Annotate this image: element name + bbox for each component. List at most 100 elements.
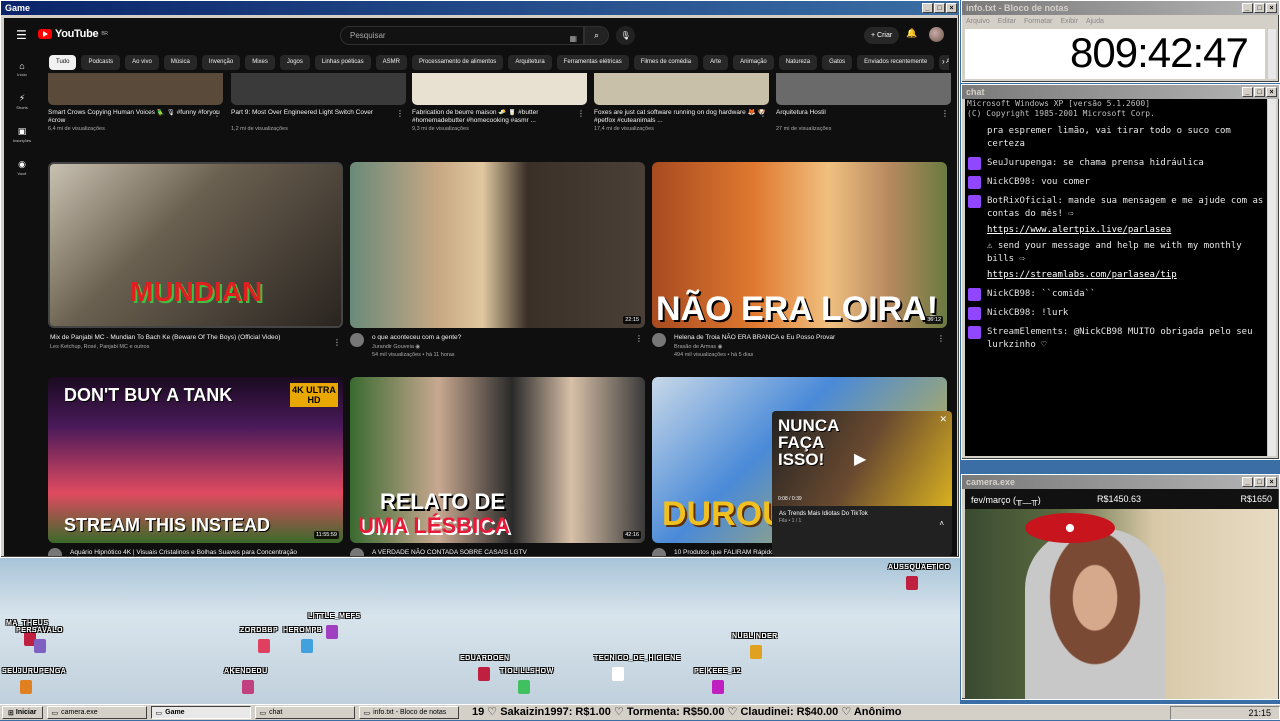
video-title[interactable]: Fabrication de beurre maison 🧈 🥛 #butter… bbox=[412, 109, 587, 125]
minimize-button[interactable]: _ bbox=[1242, 3, 1253, 13]
video-title[interactable]: Arquitetura Hostil bbox=[776, 109, 951, 125]
chip-category[interactable]: Podcasts bbox=[81, 55, 121, 70]
chip-category[interactable]: ASMR bbox=[375, 55, 407, 70]
camera-titlebar[interactable]: camera.exe _ □ × bbox=[962, 475, 1279, 489]
mic-button[interactable]: 🎙 bbox=[616, 26, 635, 45]
menu-item[interactable]: Editar bbox=[998, 18, 1016, 25]
channel-avatar[interactable] bbox=[652, 333, 666, 347]
video-title[interactable]: o que aconteceu com a gente? bbox=[372, 334, 461, 341]
video-card[interactable]: DON'T BUY A TANK 4K ULTRA HD STREAM THIS… bbox=[48, 377, 343, 556]
sidebar-item-home[interactable]: ⌂ Início bbox=[4, 52, 40, 85]
chip-category[interactable]: Mixes bbox=[245, 55, 275, 70]
more-icon[interactable]: ⋮ bbox=[941, 109, 949, 118]
notepad-text-area[interactable]: 809:42:47 bbox=[965, 29, 1265, 79]
video-thumbnail[interactable]: MUNDIAN bbox=[48, 162, 343, 328]
chip-category[interactable]: Ferramentas elétricas bbox=[556, 55, 629, 70]
youtube-logo[interactable]: YouTube BR bbox=[38, 28, 108, 40]
sidebar-item-subscriptions[interactable]: ▣ Inscrições bbox=[4, 118, 40, 151]
bell-icon[interactable]: 🔔 bbox=[906, 28, 917, 39]
video-channel[interactable]: Les Ketchup, Rosé, Panjabi MC e outros bbox=[48, 344, 343, 350]
chip-category[interactable]: Processamento de alimentos bbox=[411, 55, 504, 70]
chip-category[interactable]: Música bbox=[163, 55, 197, 70]
miniplayer-title[interactable]: As Trends Mais Idiotas Do TikTok bbox=[772, 506, 952, 518]
video-channel[interactable]: Jurandir Gouveia ◉ bbox=[350, 344, 645, 350]
chip-category[interactable]: Arquitetura bbox=[508, 55, 552, 70]
chevron-right-icon[interactable]: › bbox=[942, 57, 945, 66]
video-thumbnail[interactable]: RELATO DE UMA LÉSBICA 42:16 bbox=[350, 377, 645, 543]
video-card[interactable]: 22:15 o que aconteceu com a gente? ⋮ Jura… bbox=[350, 162, 645, 358]
chat-link[interactable]: https://www.alertpix.live/parlasea bbox=[987, 225, 1171, 235]
more-icon[interactable]: ⋮ bbox=[937, 334, 945, 343]
keyboard-icon[interactable]: ▦ bbox=[569, 30, 577, 47]
video-title-row[interactable]: Helena de Troia NÃO ERA BRANCA e Eu Poss… bbox=[652, 333, 947, 347]
chip-category[interactable]: Animação bbox=[733, 55, 774, 70]
video-title[interactable]: Smart Crows Copying Human Voices 🦜 🎙 #fu… bbox=[48, 109, 223, 125]
close-button[interactable]: × bbox=[1266, 3, 1277, 13]
video-title[interactable]: Part 9: Most Over Engineered Light Switc… bbox=[231, 109, 406, 125]
more-icon[interactable]: ⋮ bbox=[396, 109, 404, 118]
video-title[interactable]: Aquário Hipnótico 4K | Visuais Cristalin… bbox=[70, 549, 297, 556]
sidebar-item-you[interactable]: ◉ Você bbox=[4, 151, 40, 184]
video-thumbnail[interactable]: DON'T BUY A TANK 4K ULTRA HD STREAM THIS… bbox=[48, 377, 343, 543]
chip-category[interactable]: Invenção bbox=[201, 55, 241, 70]
chevron-up-icon[interactable]: ˄ bbox=[939, 519, 944, 528]
more-icon[interactable]: ⋮ bbox=[635, 334, 643, 343]
chip-category[interactable]: Jogos bbox=[279, 55, 310, 70]
minimize-button[interactable]: _ bbox=[922, 3, 933, 13]
sidebar-item-shorts[interactable]: ⚡ Shorts bbox=[4, 85, 40, 118]
video-thumbnail[interactable] bbox=[594, 73, 769, 105]
play-icon[interactable]: ▶ bbox=[854, 449, 866, 469]
chat-titlebar[interactable]: chat _ □ × bbox=[962, 85, 1279, 99]
more-icon[interactable]: ⋮ bbox=[333, 338, 341, 347]
chip-category[interactable]: Enviados recentemente bbox=[857, 55, 935, 70]
task-notepad[interactable]: ▭ info.txt - Bloco de notas bbox=[358, 706, 459, 719]
video-title[interactable]: A VERDADE NÃO CONTADA SOBRE CASAIS LGTV bbox=[372, 549, 527, 556]
video-card[interactable]: RELATO DE UMA LÉSBICA 42:16 A VERDADE NÃ… bbox=[350, 377, 645, 556]
video-title-row[interactable]: o que aconteceu com a gente? ⋮ bbox=[350, 333, 645, 347]
chip-category[interactable]: Filmes de comédia bbox=[633, 55, 699, 70]
close-button[interactable]: × bbox=[946, 3, 957, 13]
short-video[interactable]: Foxes are just cat software running on d… bbox=[594, 73, 769, 132]
menu-item[interactable]: Exibir bbox=[1060, 18, 1078, 25]
menu-icon[interactable]: ☰ bbox=[16, 28, 27, 42]
video-title[interactable]: Foxes are just cat software running on d… bbox=[594, 109, 769, 125]
video-card[interactable]: MUNDIAN Mix de Panjabi MC - Mundian To B… bbox=[48, 162, 343, 350]
chat-log[interactable]: Microsoft Windows XP [versão 5.1.2600] (… bbox=[965, 99, 1269, 456]
close-button[interactable]: × bbox=[1266, 477, 1277, 487]
maximize-button[interactable]: □ bbox=[1254, 87, 1265, 97]
notepad-titlebar[interactable]: info.txt - Bloco de notas _ □ × bbox=[962, 1, 1279, 15]
search-input[interactable]: Pesquisar ▦ bbox=[340, 26, 584, 45]
menu-item[interactable]: Arquivo bbox=[966, 18, 990, 25]
video-thumbnail[interactable]: NÃO ERA LOIRA! 36:12 bbox=[652, 162, 947, 328]
channel-avatar[interactable] bbox=[48, 548, 62, 556]
scrollbar[interactable] bbox=[1267, 29, 1276, 79]
maximize-button[interactable]: □ bbox=[934, 3, 945, 13]
chip-category[interactable]: Natureza bbox=[778, 55, 818, 70]
video-title-row[interactable]: Aquário Hipnótico 4K | Visuais Cristalin… bbox=[48, 548, 343, 556]
channel-avatar[interactable] bbox=[350, 548, 364, 556]
menu-item[interactable]: Formatar bbox=[1024, 18, 1052, 25]
chip-category[interactable]: Arte bbox=[703, 55, 729, 70]
chip-category[interactable]: Tudo bbox=[49, 55, 77, 70]
video-thumbnail[interactable] bbox=[48, 73, 223, 105]
menu-item[interactable]: Ajuda bbox=[1086, 18, 1104, 25]
maximize-button[interactable]: □ bbox=[1254, 3, 1265, 13]
video-thumbnail[interactable] bbox=[412, 73, 587, 105]
chat-link[interactable]: https://streamlabs.com/parlasea/tip bbox=[987, 270, 1177, 280]
scrollbar[interactable] bbox=[1267, 99, 1276, 456]
search-button[interactable]: ⌕ bbox=[584, 26, 609, 45]
chip-category[interactable]: Linhas poéticas bbox=[314, 55, 371, 70]
video-card[interactable]: NÃO ERA LOIRA! 36:12 Helena de Troia NÃO… bbox=[652, 162, 947, 358]
channel-avatar[interactable] bbox=[350, 333, 364, 347]
short-video[interactable]: Part 9: Most Over Engineered Light Switc… bbox=[231, 73, 406, 132]
clock[interactable]: 21:15 bbox=[1248, 708, 1271, 718]
close-icon[interactable]: ✕ bbox=[939, 414, 947, 425]
start-button[interactable]: ⊞ Iniciar bbox=[2, 706, 43, 719]
task-game[interactable]: ▭ Game bbox=[150, 706, 251, 719]
more-icon[interactable]: ⋮ bbox=[759, 109, 767, 118]
create-button[interactable]: + Criar bbox=[864, 27, 900, 44]
miniplayer-video[interactable]: NUNCA FAÇA ISSO! ▶ ✕ 0:08 / 0:39 bbox=[772, 411, 952, 506]
short-video[interactable]: Smart Crows Copying Human Voices 🦜 🎙 #fu… bbox=[48, 73, 223, 132]
maximize-button[interactable]: □ bbox=[1254, 477, 1265, 487]
video-thumbnail[interactable] bbox=[776, 73, 951, 105]
